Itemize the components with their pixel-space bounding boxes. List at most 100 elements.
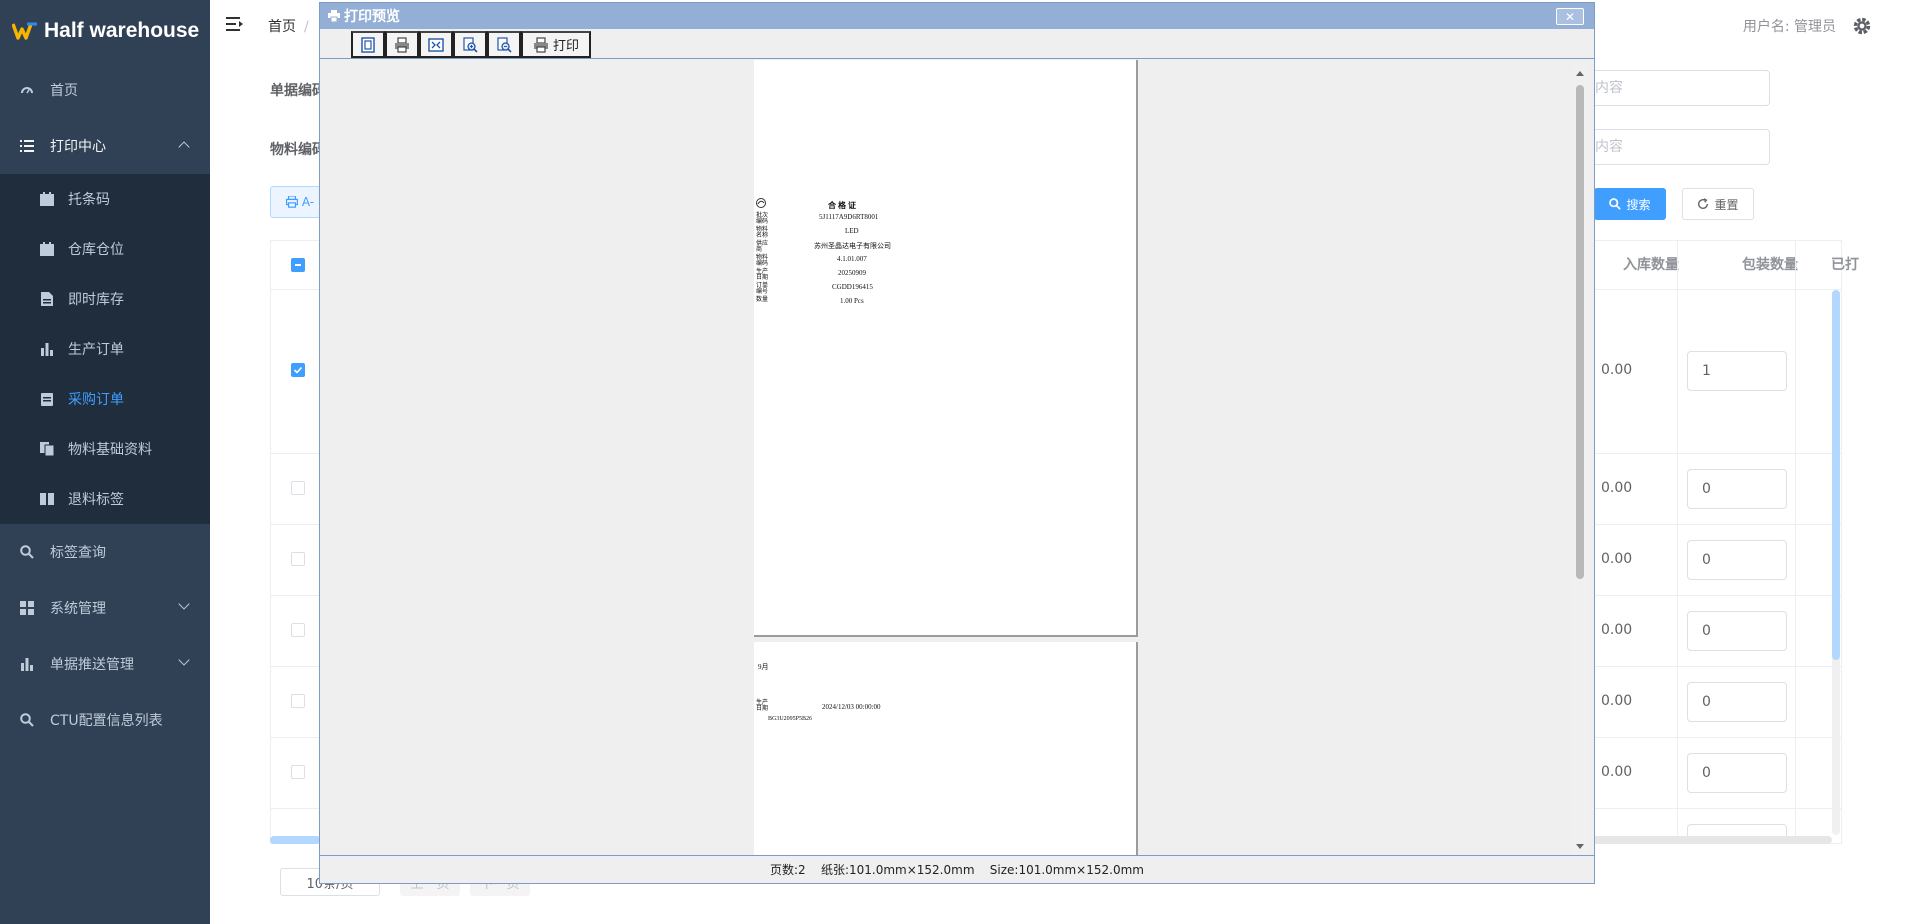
- print-button-label: 打印: [552, 39, 579, 54]
- breadcrumb-home[interactable]: 首页: [268, 19, 296, 35]
- scroll-up-arrow-icon[interactable]: [1575, 69, 1585, 77]
- logo-text: Half warehouse: [44, 19, 200, 42]
- printer-icon: [285, 196, 298, 208]
- print-center-submenu: 托条码 仓库仓位 即时库存 生产订单 采购订单 物料基础资料 退料标签: [0, 174, 210, 524]
- cell-inbound-qty: 0.00: [1601, 622, 1633, 638]
- sidebar-item-purchase-order[interactable]: 采购订单: [0, 374, 210, 424]
- sidebar-item-system-management[interactable]: 系统管理: [0, 580, 210, 636]
- sidebar-item-document-push[interactable]: 单据推送管理: [0, 636, 210, 692]
- scrollbar-thumb[interactable]: [1832, 290, 1840, 660]
- sidebar-item-label-query[interactable]: 标签查询: [0, 524, 210, 580]
- chevron-down-icon: [178, 598, 190, 610]
- bar-chart-icon: [41, 343, 53, 356]
- grid-icon: [20, 601, 34, 615]
- pack-qty-input[interactable]: 0: [1687, 753, 1787, 793]
- sidebar: Half warehouse 首页 打印中心 托条码 仓库仓位 即时库存 生产订…: [0, 0, 210, 924]
- sidebar-item-production-order[interactable]: 生产订单: [0, 324, 210, 374]
- zoom-in-button[interactable]: [453, 31, 487, 58]
- pack-qty-input[interactable]: 0: [1687, 540, 1787, 580]
- username-label[interactable]: 用户名: 管理员: [1743, 16, 1836, 36]
- calendar-icon: [40, 192, 54, 206]
- scrollbar-thumb[interactable]: [1576, 85, 1584, 579]
- field-value: LED: [845, 227, 859, 235]
- sidebar-item-label: 生产订单: [68, 342, 124, 358]
- clipboard-icon: [41, 393, 53, 406]
- sidebar-item-label: 单据推送管理: [50, 657, 134, 673]
- material-code-label: 物料编码: [270, 142, 326, 158]
- cell-inbound-qty: 0.00: [1601, 764, 1633, 780]
- row-checkbox[interactable]: [291, 363, 305, 377]
- pack-qty-input[interactable]: 0: [1687, 682, 1787, 722]
- search-button-label: 搜索: [1626, 197, 1651, 212]
- field-label: 订单编号: [756, 283, 769, 295]
- select-all-checkbox[interactable]: [291, 258, 305, 272]
- sidebar-item-inventory[interactable]: 即时库存: [0, 274, 210, 324]
- sidebar-item-label: 物料基础资料: [68, 442, 152, 458]
- fit-page-button[interactable]: [419, 31, 453, 58]
- field-value: 苏州圣晶达电子有限公司: [814, 242, 891, 250]
- sidebar-item-print-center[interactable]: 打印中心: [0, 118, 210, 174]
- printer-icon: [395, 36, 409, 53]
- field-label: 数量: [756, 297, 769, 303]
- cell-inbound-qty: 0.00: [1601, 693, 1633, 709]
- bar-chart-icon: [21, 658, 33, 671]
- zoom-out-icon: [497, 36, 512, 53]
- material-code-input[interactable]: 入内容: [1570, 129, 1770, 165]
- chevron-up-icon: [178, 141, 190, 153]
- pack-qty-input[interactable]: 0: [1687, 469, 1787, 509]
- sidebar-item-pallet-barcode[interactable]: 托条码: [0, 174, 210, 224]
- dialog-title: 打印预览: [344, 9, 400, 25]
- row-checkbox[interactable]: [291, 765, 305, 779]
- breadcrumb: 首页 /: [268, 16, 317, 36]
- zoom-in-icon: [463, 36, 478, 53]
- page2-top-text: 9月: [758, 663, 769, 671]
- dialog-titlebar[interactable]: 打印预览: [320, 3, 1594, 29]
- preview-canvas: 合 格 证 批次编码 物料名称 供应商 物料编码 生产日期 订单编号 数量 5J…: [320, 60, 1568, 857]
- print-button[interactable]: 打印: [521, 31, 591, 58]
- search-button[interactable]: 搜索: [1594, 188, 1666, 220]
- field-value: 4.1.01.007: [837, 255, 867, 263]
- search-icon: [1609, 198, 1622, 210]
- column-divider: [1677, 241, 1678, 843]
- pack-qty-input[interactable]: 0: [1687, 611, 1787, 651]
- refresh-icon: [1698, 198, 1709, 209]
- row-checkbox[interactable]: [291, 694, 305, 708]
- preview-vertical-scrollbar[interactable]: [1571, 65, 1589, 855]
- field-value: 5J1117A9D6RT8001: [819, 213, 879, 221]
- zoom-out-button[interactable]: [487, 31, 521, 58]
- chevron-down-icon: [178, 654, 190, 666]
- scrollbar-thumb[interactable]: [270, 836, 320, 844]
- sidebar-item-material-master[interactable]: 物料基础资料: [0, 424, 210, 474]
- page-setup-icon: [361, 36, 375, 53]
- scroll-down-arrow-icon[interactable]: [1575, 843, 1585, 851]
- cell-inbound-qty: 0.00: [1601, 362, 1633, 378]
- search-icon: [20, 713, 34, 727]
- doc-code-input[interactable]: 入内容: [1570, 70, 1770, 106]
- row-checkbox[interactable]: [291, 481, 305, 495]
- sidebar-item-warehouse-location[interactable]: 仓库仓位: [0, 224, 210, 274]
- reset-button-label: 重置: [1714, 197, 1739, 212]
- sidebar-item-return-label[interactable]: 退料标签: [0, 474, 210, 524]
- app-logo[interactable]: Half warehouse: [0, 0, 210, 62]
- sidebar-item-ctu-config[interactable]: CTU配置信息列表: [0, 692, 210, 748]
- pack-qty-input[interactable]: 1: [1687, 351, 1787, 391]
- sidebar-item-home[interactable]: 首页: [0, 62, 210, 118]
- sidebar-item-label: 系统管理: [50, 601, 106, 617]
- printer-icon: [533, 36, 548, 53]
- row-checkbox[interactable]: [291, 623, 305, 637]
- production-date-value: 2024/12/03 00:00:00: [822, 703, 881, 711]
- close-button[interactable]: ✕: [1556, 8, 1584, 25]
- page-setup-button[interactable]: [351, 31, 385, 58]
- row-checkbox[interactable]: [291, 552, 305, 566]
- indeterminate-mark: [295, 264, 301, 266]
- quick-print-button[interactable]: [385, 31, 419, 58]
- preview-page-1: 合 格 证 批次编码 物料名称 供应商 物料编码 生产日期 订单编号 数量 5J…: [754, 60, 1138, 637]
- gear-icon[interactable]: [1852, 16, 1872, 36]
- hamburger-icon[interactable]: [226, 16, 244, 32]
- print-preview-dialog: 打印预览 ✕ 打印 合 格 证 批次编码 物料名称 供应商 物料编码 生产日期 …: [319, 2, 1595, 884]
- company-logo-icon: [756, 198, 766, 208]
- field-label: 批次编码: [756, 213, 769, 225]
- reset-button[interactable]: 重置: [1682, 188, 1754, 220]
- table-vertical-scrollbar[interactable]: [1832, 290, 1840, 835]
- column-divider: [1795, 241, 1796, 843]
